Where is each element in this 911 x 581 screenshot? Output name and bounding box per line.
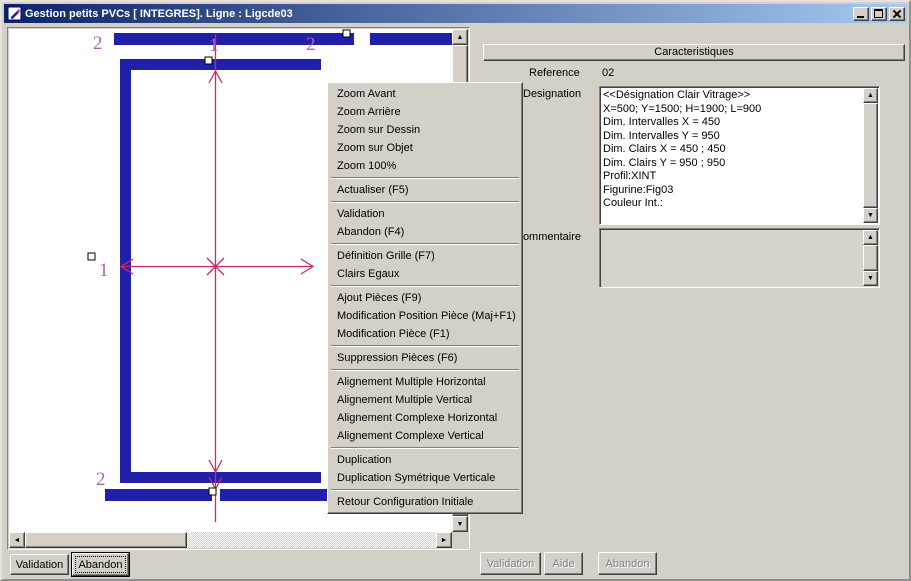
menu-item-ajout-pieces[interactable]: Ajout Pièces (F9) xyxy=(330,289,520,307)
scrollbar-thumb[interactable] xyxy=(863,245,878,271)
menu-item-actualiser[interactable]: Actualiser (F5) xyxy=(330,181,520,199)
scrollbar-track[interactable] xyxy=(863,103,878,208)
app-window: Gestion petits PVCs [ INTEGRES]. Ligne :… xyxy=(0,0,911,581)
designation-scrollbar[interactable]: ▲ ▼ xyxy=(863,88,878,223)
menu-separator xyxy=(331,447,519,449)
horizontal-scrollbar-track[interactable] xyxy=(25,532,436,548)
scroll-down-button[interactable]: ▼ xyxy=(863,271,878,286)
window-title: Gestion petits PVCs [ INTEGRES]. Ligne :… xyxy=(25,8,851,20)
dimension-lines xyxy=(121,34,313,522)
scrollbar-track[interactable] xyxy=(863,245,878,271)
menu-item-alignement-multiple-vertical[interactable]: Alignement Multiple Vertical xyxy=(330,391,520,409)
menu-item-alignement-complexe-horizontal[interactable]: Alignement Complexe Horizontal xyxy=(330,409,520,427)
menu-item-retour-configuration-initiale[interactable]: Retour Configuration Initiale xyxy=(330,493,520,511)
maximize-icon xyxy=(874,9,883,18)
menu-item-abandon[interactable]: Abandon (F4) xyxy=(330,223,520,241)
scroll-down-button[interactable]: ▼ xyxy=(452,516,468,532)
scroll-up-button[interactable]: ▲ xyxy=(863,230,878,245)
zone-label: 2 xyxy=(93,33,103,54)
scroll-down-button[interactable]: ▼ xyxy=(863,208,878,223)
maximize-button[interactable] xyxy=(871,7,887,21)
zone-label: 2 xyxy=(96,469,106,490)
menu-item-definition-grille[interactable]: Définition Grille (F7) xyxy=(330,247,520,265)
commentaire-scrollbar[interactable]: ▲ ▼ xyxy=(863,230,878,286)
minimize-button[interactable] xyxy=(853,7,869,21)
zone-label: 1 xyxy=(99,260,109,281)
horizontal-scrollbar-thumb[interactable] xyxy=(25,532,187,548)
reference-label: Reference xyxy=(529,67,580,79)
scroll-up-button[interactable]: ▲ xyxy=(452,29,468,45)
designation-label: Designation xyxy=(523,88,581,100)
validation-button[interactable]: Validation xyxy=(10,554,69,575)
menu-item-alignement-complexe-vertical[interactable]: Alignement Complexe Vertical xyxy=(330,427,520,445)
menu-item-zoom-100[interactable]: Zoom 100% xyxy=(330,157,520,175)
abandon-button-disabled: Abandon xyxy=(598,552,657,575)
scroll-left-button[interactable]: ◄ xyxy=(9,532,25,548)
close-icon xyxy=(890,8,904,20)
scroll-right-button[interactable]: ► xyxy=(436,532,452,548)
scroll-down-icon: ▼ xyxy=(867,212,874,219)
titlebar: Gestion petits PVCs [ INTEGRES]. Ligne :… xyxy=(4,4,907,23)
reference-value: 02 xyxy=(602,67,614,79)
close-button[interactable] xyxy=(889,7,905,21)
aide-button-disabled: Aide xyxy=(544,552,583,575)
scrollbar-thumb[interactable] xyxy=(863,103,878,208)
commentaire-label: Commentaire xyxy=(515,231,581,243)
scroll-down-icon: ▼ xyxy=(457,521,464,528)
menu-item-zoom-avant[interactable]: Zoom Avant xyxy=(330,85,520,103)
context-menu: Zoom Avant Zoom Arrière Zoom sur Dessin … xyxy=(327,82,523,514)
menu-item-zoom-arriere[interactable]: Zoom Arrière xyxy=(330,103,520,121)
canvas-horizontal-scrollbar[interactable]: ◄ ► xyxy=(9,532,452,548)
menu-separator xyxy=(331,243,519,245)
commentaire-textbox[interactable]: ▲ ▼ xyxy=(599,228,880,288)
menu-item-zoom-sur-dessin[interactable]: Zoom sur Dessin xyxy=(330,121,520,139)
scrollbar-corner xyxy=(452,532,468,548)
scroll-left-icon: ◄ xyxy=(14,537,21,544)
zone-label: 2 xyxy=(306,34,316,55)
zone-label: 1 xyxy=(209,35,219,56)
menu-item-duplication-symetrique-verticale[interactable]: Duplication Symétrique Verticale xyxy=(330,469,520,487)
scroll-up-icon: ▲ xyxy=(867,234,874,241)
scroll-up-icon: ▲ xyxy=(457,34,464,41)
app-icon xyxy=(7,6,22,21)
menu-separator xyxy=(331,201,519,203)
designation-text: <<Désignation Clair Vitrage>> X=500; Y=1… xyxy=(603,89,862,222)
scroll-right-icon: ► xyxy=(441,537,448,544)
menu-item-duplication[interactable]: Duplication xyxy=(330,451,520,469)
menu-item-modification-piece[interactable]: Modification Pièce (F1) xyxy=(330,325,520,343)
abandon-button[interactable]: Abandon xyxy=(72,553,129,576)
validation-button-disabled: Validation xyxy=(480,552,541,575)
menu-item-clairs-egaux[interactable]: Clairs Egaux xyxy=(330,265,520,283)
menu-separator xyxy=(331,285,519,287)
designation-textbox[interactable]: <<Désignation Clair Vitrage>> X=500; Y=1… xyxy=(599,86,880,225)
menu-item-validation[interactable]: Validation xyxy=(330,205,520,223)
menu-separator xyxy=(331,369,519,371)
scroll-down-icon: ▼ xyxy=(867,275,874,282)
menu-item-zoom-sur-objet[interactable]: Zoom sur Objet xyxy=(330,139,520,157)
scroll-up-icon: ▲ xyxy=(867,92,874,99)
menu-separator xyxy=(331,345,519,347)
minimize-icon xyxy=(857,16,864,18)
menu-item-modification-position-piece[interactable]: Modification Position Pièce (Maj+F1) xyxy=(330,307,520,325)
menu-item-alignement-multiple-horizontal[interactable]: Alignement Multiple Horizontal xyxy=(330,373,520,391)
menu-item-suppression-pieces[interactable]: Suppression Pièces (F6) xyxy=(330,349,520,367)
scroll-up-button[interactable]: ▲ xyxy=(863,88,878,103)
menu-separator xyxy=(331,489,519,491)
caracteristiques-header[interactable]: Caracteristiques xyxy=(483,44,905,61)
menu-separator xyxy=(331,177,519,179)
